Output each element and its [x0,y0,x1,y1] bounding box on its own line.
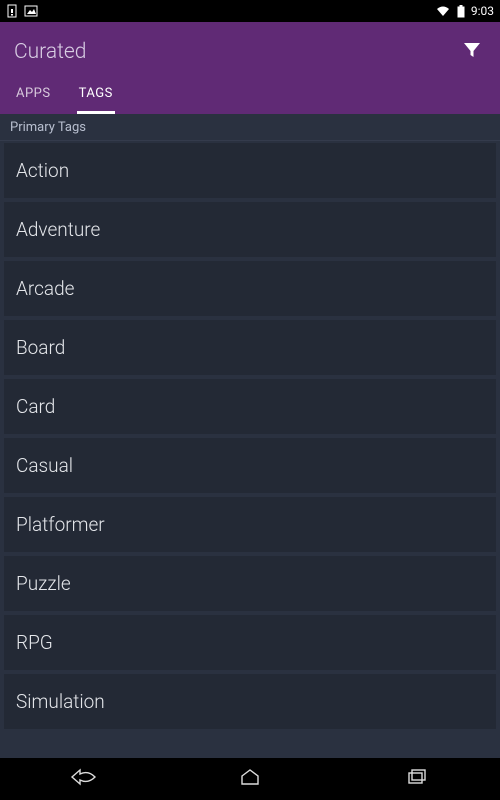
battery-icon [457,5,465,18]
status-right: 9:03 [435,4,494,18]
tag-item[interactable]: Puzzle [4,556,496,611]
tag-item[interactable]: Board [4,320,496,375]
tabs: APPS TAGS [14,78,486,114]
tag-item[interactable]: RPG [4,615,496,670]
tag-item[interactable]: Platformer [4,497,496,552]
home-button[interactable] [220,764,280,794]
tag-item[interactable]: Casual [4,438,496,493]
tag-item[interactable]: Card [4,379,496,434]
home-icon [239,768,261,790]
tag-item[interactable]: Simulation [4,674,496,729]
content[interactable]: Primary Tags Action Adventure Arcade Boa… [0,114,500,758]
status-time: 9:03 [471,4,494,18]
app-header: Curated APPS TAGS [0,22,500,114]
notification-icon [6,4,18,18]
tab-tags[interactable]: TAGS [77,78,115,114]
tag-item[interactable]: Action [4,143,496,198]
back-button[interactable] [53,764,113,794]
app-title: Curated [14,40,86,64]
recent-button[interactable] [387,764,447,794]
filter-button[interactable] [458,38,486,66]
app-screen: 9:03 Curated APPS TAGS Primary Tags Acti… [0,0,500,800]
tag-item[interactable]: Adventure [4,202,496,257]
header-top: Curated [14,32,486,72]
recent-icon [407,768,427,790]
status-left [6,4,38,18]
filter-icon [462,40,482,64]
tag-item[interactable]: Arcade [4,261,496,316]
nav-bar [0,758,500,800]
tag-list: Action Adventure Arcade Board Card Casua… [0,141,500,731]
section-header: Primary Tags [0,114,500,141]
image-icon [24,5,38,17]
status-bar: 9:03 [0,0,500,22]
wifi-icon [435,5,451,17]
back-icon [70,768,96,790]
tab-apps[interactable]: APPS [14,78,53,114]
